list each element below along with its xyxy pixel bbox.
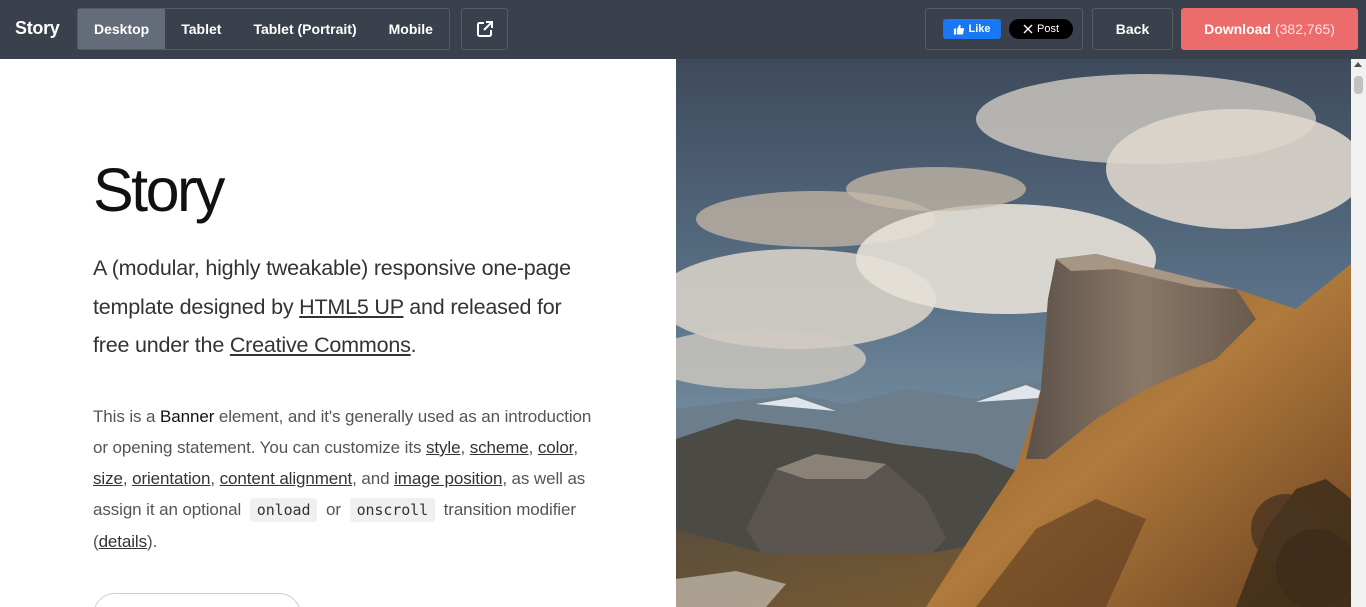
social-buttons: Like Post [925,8,1083,50]
preview-toolbar: Story Desktop Tablet Tablet (Portrait) M… [0,0,1366,59]
post-label: Post [1036,23,1059,35]
style-link[interactable]: style [426,438,461,457]
page-scrollbar[interactable] [1351,59,1366,607]
x-post-button[interactable]: Post [1009,19,1073,39]
banner-content: Story A (modular, highly tweakable) resp… [0,59,676,607]
desc-text-1: This is a [93,407,161,426]
desc-text-3: , and [352,469,395,488]
onload-code: onload [249,498,318,522]
device-switcher: Desktop Tablet Tablet (Portrait) Mobile [77,8,450,50]
scheme-link[interactable]: scheme [470,438,529,457]
external-link-icon [476,21,493,37]
banner-lead: A (modular, highly tweakable) responsive… [93,249,593,365]
onscroll-code: onscroll [349,498,436,522]
banner-title: Story [93,156,225,224]
brand-title[interactable]: Story [15,18,60,39]
banner-strong: Banner [160,407,215,426]
device-desktop-button[interactable]: Desktop [78,9,166,49]
image-position-link[interactable]: image position [394,469,502,488]
scrollbar-thumb[interactable] [1354,76,1363,94]
content-alignment-link[interactable]: content alignment [220,469,353,488]
html5up-link[interactable]: HTML5 UP [299,295,404,319]
banner-description: This is a Banner element, and it's gener… [93,407,592,551]
open-external-button[interactable] [461,8,508,50]
download-count: (382,765) [1274,21,1335,37]
facebook-like-button[interactable]: Like [943,19,1001,39]
orientation-link[interactable]: orientation [132,469,210,488]
details-link[interactable]: details [99,532,148,551]
download-label: Download [1204,21,1271,37]
color-link[interactable]: color [538,438,574,457]
scroll-up-arrow-icon[interactable] [1354,62,1362,67]
device-tablet-portrait-button[interactable]: Tablet (Portrait) [237,9,372,49]
back-button[interactable]: Back [1092,8,1173,50]
creative-commons-link[interactable]: Creative Commons [230,333,411,357]
device-mobile-button[interactable]: Mobile [373,9,449,49]
banner-image [676,59,1351,607]
like-label: Like [968,23,991,35]
mountain-landscape-image [676,59,1351,607]
lead-text-3: . [410,333,417,357]
download-button[interactable]: Download (382,765) [1181,8,1358,50]
x-logo-icon [1023,24,1033,34]
desc-text-7: ). [147,532,158,551]
size-link[interactable]: size [93,469,123,488]
desc-text-5: or [321,500,346,519]
device-tablet-button[interactable]: Tablet [165,9,237,49]
banner-action-button[interactable] [93,593,301,607]
thumbs-up-icon [954,24,965,35]
